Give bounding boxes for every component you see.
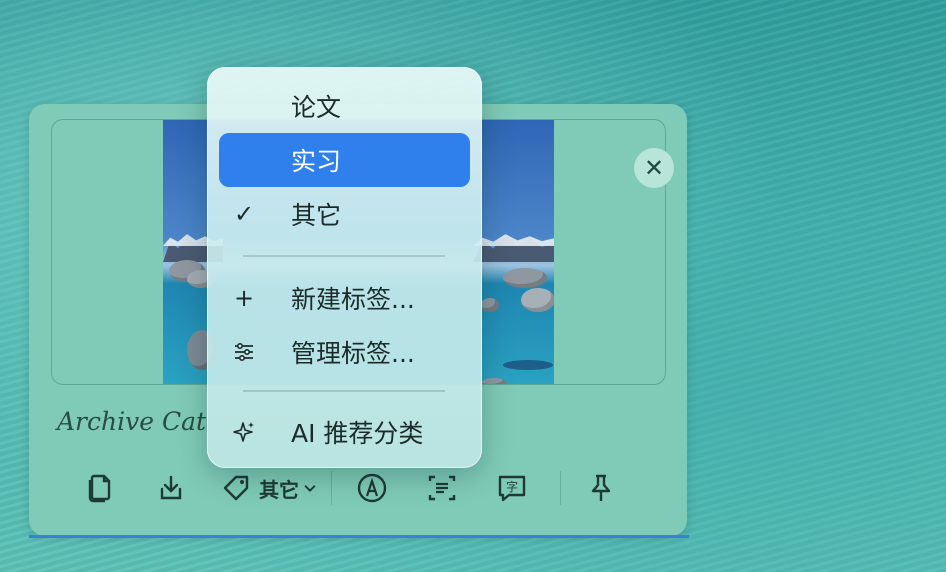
chevron-down-icon: [304, 485, 316, 492]
menu-item-internship[interactable]: 实习: [219, 133, 470, 187]
sliders-icon: [219, 340, 269, 364]
download-button[interactable]: [149, 466, 193, 510]
menu-item-manage-tags[interactable]: 管理标签...: [219, 325, 470, 379]
pin-icon: [591, 474, 611, 501]
checkmark-icon: ✓: [233, 200, 255, 228]
plus-icon: +: [233, 284, 255, 312]
menu-item-paper[interactable]: 论文: [219, 79, 470, 133]
menu-divider: [243, 390, 445, 392]
download-icon: [160, 475, 182, 500]
copy-icon: [88, 474, 111, 503]
scan-text-button[interactable]: [420, 466, 464, 510]
toolbar-divider: [331, 471, 332, 505]
item-caption: Archive Cat: [57, 407, 207, 436]
menu-divider: [243, 255, 445, 257]
tag-value: 其它: [259, 477, 299, 502]
tag-icon: [223, 475, 249, 501]
close-icon: ✕: [643, 154, 665, 182]
menu-item-other[interactable]: ✓ 其它: [219, 187, 470, 241]
toolbar-divider: [560, 471, 561, 505]
item-toolbar: 其它 字: [79, 466, 649, 510]
sparkles-icon: [219, 420, 269, 444]
svg-text:字: 字: [506, 479, 518, 494]
copy-button[interactable]: [79, 466, 123, 510]
tag-dropdown[interactable]: 其它: [219, 471, 317, 505]
pin-button[interactable]: [579, 466, 623, 510]
translate-button[interactable]: 字: [490, 466, 534, 510]
close-button[interactable]: ✕: [634, 148, 674, 188]
scan-text-icon: [428, 475, 456, 501]
markup-icon: [357, 473, 387, 503]
menu-item-new-tag[interactable]: + 新建标签...: [219, 271, 470, 325]
menu-item-ai-suggest[interactable]: AI 推荐分类: [219, 405, 470, 459]
translate-icon: 字: [498, 475, 526, 502]
tag-menu: 论文 实习 ✓ 其它 + 新建标签... 管理标签... AI 推荐分类: [207, 67, 482, 468]
markup-button[interactable]: [350, 466, 394, 510]
selection-indicator: [29, 535, 689, 538]
